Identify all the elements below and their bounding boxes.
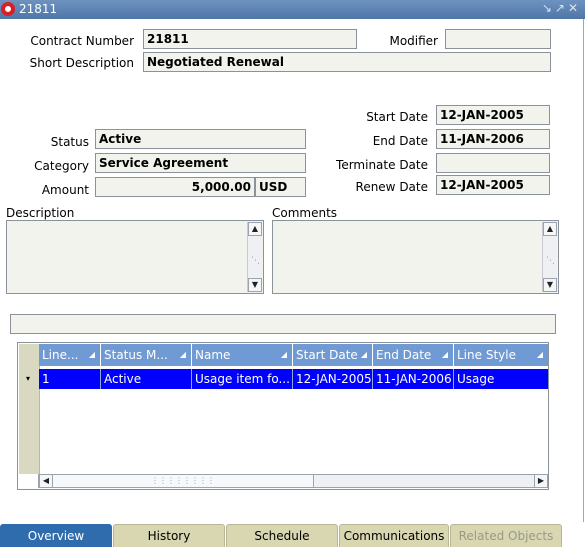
scroll-up-icon[interactable]: ▲ (248, 222, 262, 236)
scroll-down-icon[interactable]: ▼ (248, 278, 262, 292)
category-field[interactable]: Service Agreement (95, 153, 306, 173)
modifier-label: Modifier (389, 34, 438, 48)
column-header-label: Line... (42, 348, 79, 362)
scroll-left-icon[interactable]: ◀ (39, 474, 53, 488)
maximize-icon[interactable]: ↗ (555, 1, 568, 15)
contract-number-field[interactable]: 21811 (143, 29, 357, 49)
cell-line[interactable]: 1 (39, 369, 101, 389)
window-title-bar[interactable]: 21811 ↘↗✕ (0, 0, 585, 19)
column-header-end-date[interactable]: End Date ◢ (373, 344, 454, 366)
start-date-field[interactable]: 12-JAN-2005 (436, 105, 550, 125)
scroll-right-icon[interactable]: ▶ (534, 474, 548, 488)
terminate-date-label: Terminate Date (336, 158, 428, 172)
cell-name[interactable]: Usage item fo... (192, 369, 293, 389)
tab-overview[interactable]: Overview (0, 524, 112, 547)
currency-field[interactable]: USD (255, 177, 306, 197)
tab-communications[interactable]: Communications (339, 524, 449, 547)
cell-status[interactable]: Active (101, 369, 192, 389)
short-description-label: Short Description (29, 56, 134, 70)
column-header-line-style[interactable]: Line Style ◢ (454, 344, 548, 366)
close-icon[interactable]: ✕ (568, 1, 581, 15)
sort-icon: ◢ (280, 350, 287, 359)
contract-lines-table[interactable]: ▾ Line... ◢ Status M... ◢ Name ◢ Start Date… (17, 342, 549, 490)
scroll-down-icon[interactable]: ▼ (543, 278, 557, 292)
terminate-date-field[interactable] (436, 153, 550, 173)
column-header-label: Line Style (457, 348, 516, 362)
minimize-icon[interactable]: ↘ (542, 1, 555, 15)
tab-schedule[interactable]: Schedule (226, 524, 338, 547)
description-textarea[interactable]: ▲ ⋱ ▼ (6, 220, 264, 294)
end-date-field[interactable]: 11-JAN-2006 (436, 129, 550, 149)
sort-icon: ◢ (441, 350, 448, 359)
scroll-grip-icon: ⋱ (251, 256, 260, 266)
cell-end-date[interactable]: 11-JAN-2006 (373, 369, 454, 389)
row-header-column[interactable]: ▾ (19, 344, 40, 474)
cell-start-date[interactable]: 12-JAN-2005 (293, 369, 373, 389)
modifier-field[interactable] (445, 29, 551, 49)
window-title: 21811 (19, 2, 58, 16)
renew-date-field[interactable]: 12-JAN-2005 (436, 175, 550, 195)
scroll-grip-icon: ⋱ (546, 256, 555, 266)
short-description-field[interactable]: Negotiated Renewal (143, 52, 551, 72)
scroll-thumb[interactable]: ⋮⋮⋮⋮⋮⋮⋮⋮ (53, 475, 314, 487)
comments-label: Comments (272, 206, 338, 220)
column-header-start-date[interactable]: Start Date ◢ (293, 344, 373, 366)
sort-icon: ◢ (179, 350, 186, 359)
status-field[interactable]: Active (95, 129, 306, 149)
comments-scrollbar[interactable]: ▲ ⋱ ▼ (542, 222, 557, 292)
lines-info-bar (10, 314, 556, 334)
column-header-label: Start Date (296, 348, 358, 362)
comments-textarea[interactable]: ▲ ⋱ ▼ (272, 220, 559, 294)
cell-line-style[interactable]: Usage (454, 369, 548, 389)
scroll-up-icon[interactable]: ▲ (543, 222, 557, 236)
sort-icon: ◢ (88, 350, 95, 359)
category-label: Category (34, 159, 89, 173)
contract-panel: Contract Number 21811 Modifier Short Des… (0, 19, 584, 522)
status-label: Status (50, 135, 89, 149)
column-header-status[interactable]: Status M... ◢ (101, 344, 192, 366)
column-header-line[interactable]: Line... ◢ (39, 344, 101, 366)
end-date-label: End Date (372, 134, 428, 148)
description-scrollbar[interactable]: ▲ ⋱ ▼ (247, 222, 262, 292)
table-horizontal-scrollbar[interactable]: ◀ ⋮⋮⋮⋮⋮⋮⋮⋮ ▶ (38, 474, 548, 488)
column-header-label: Name (195, 348, 231, 362)
column-header-label: Status M... (104, 348, 168, 362)
tab-history[interactable]: History (113, 524, 225, 547)
amount-label: Amount (41, 183, 89, 197)
tab-bar: Overview History Schedule Communications… (0, 522, 585, 547)
tab-related-objects: Related Objects (450, 524, 562, 547)
amount-field[interactable]: 5,000.00 (95, 177, 255, 197)
contract-number-label: Contract Number (30, 34, 134, 48)
current-row-icon: ▾ (26, 374, 31, 383)
window-buttons: ↘↗✕ (542, 1, 581, 15)
oracle-logo-icon (1, 2, 15, 16)
start-date-label: Start Date (366, 110, 428, 124)
description-label: Description (6, 206, 75, 220)
column-header-name[interactable]: Name ◢ (192, 344, 293, 366)
sort-icon: ◢ (360, 350, 367, 359)
column-header-label: End Date (376, 348, 432, 362)
sort-icon: ◢ (536, 350, 543, 359)
renew-date-label: Renew Date (355, 180, 428, 194)
